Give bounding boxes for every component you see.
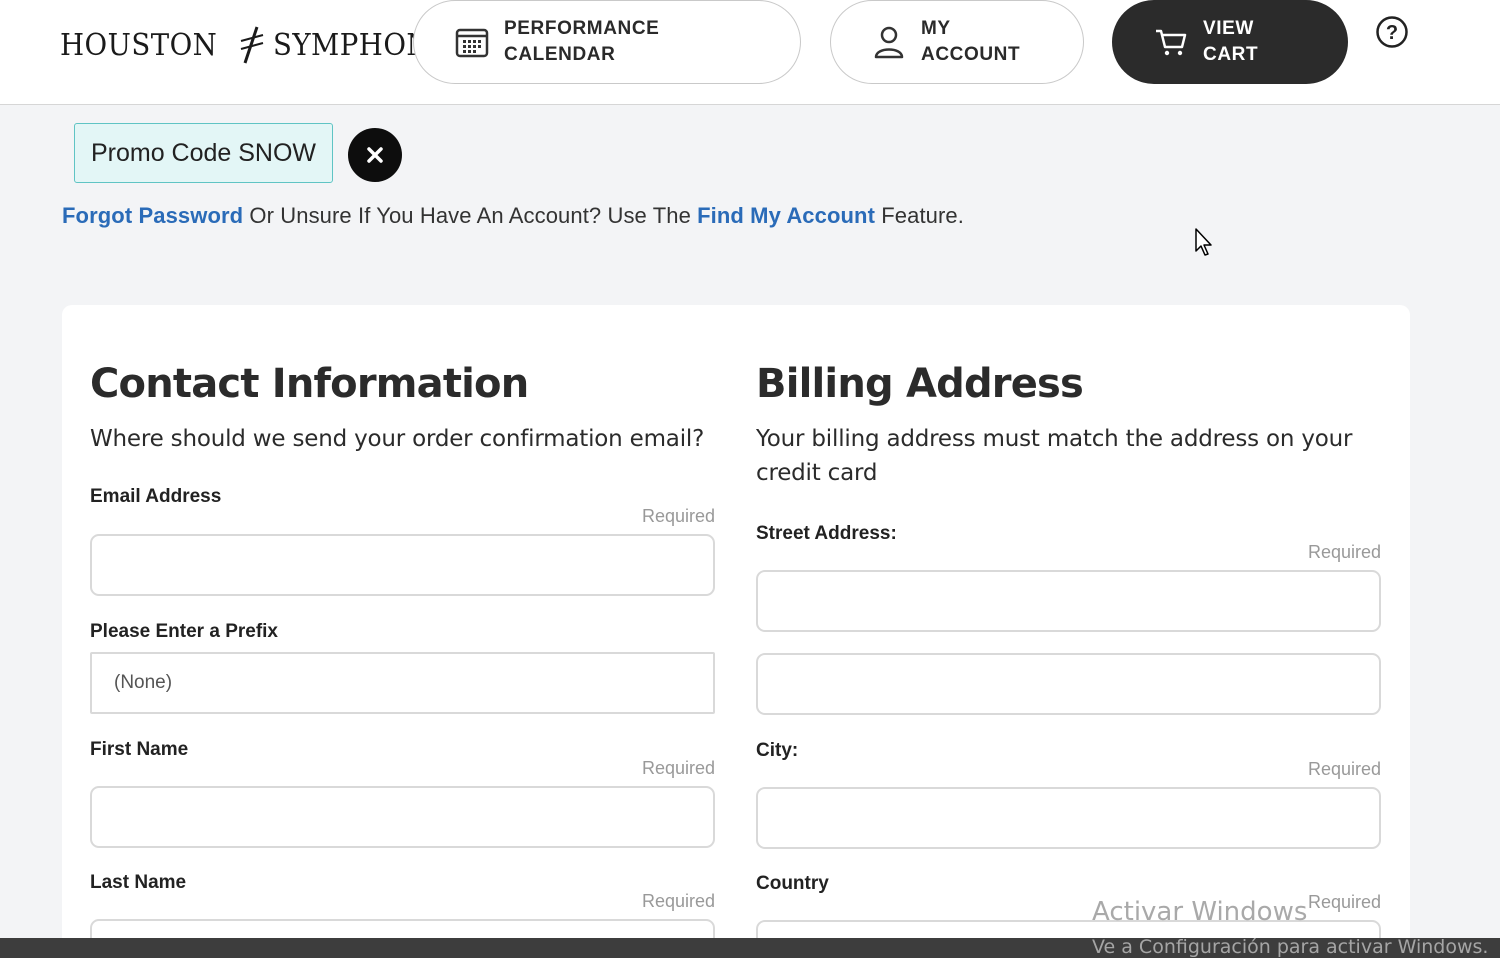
street-address-line2-input[interactable] [756,653,1381,715]
view-cart-label: VIEW CART [1203,18,1259,65]
billing-address-subtitle: Your billing address must match the addr… [756,426,1353,486]
city-label: City: [756,740,799,761]
help-middle-text: Or Unsure If You Have An Account? Use Th… [243,203,698,228]
email-address-input[interactable] [90,534,715,596]
question-circle-icon[interactable]: ? [1375,15,1409,49]
svg-text:?: ? [1386,22,1398,44]
checkout-form-card: Contact Information Where should we send… [62,305,1410,958]
performance-calendar-label: PERFORMANCE CALENDAR [504,18,660,65]
first-name-required-text: Required [641,758,715,778]
last-name-label: Last Name [90,872,187,893]
my-account-label: MY ACCOUNT [921,18,1021,65]
cart-icon [1153,24,1189,60]
prefix-select[interactable]: (None) [90,652,715,714]
city-required-text: Required [1307,759,1381,779]
activate-windows-subtitle: Ve a Configuración para activar Windows. [1092,936,1489,958]
street-address-line1-input[interactable] [756,570,1381,632]
city-input[interactable] [756,787,1381,849]
view-cart-button[interactable]: VIEW CART [1112,0,1348,84]
forgot-password-link[interactable]: Forgot Password [62,203,243,228]
logo-mark-icon [240,26,264,64]
my-account-button[interactable]: MY ACCOUNT [830,0,1084,84]
prefix-selected-value: (None) [114,672,173,693]
street-required-text: Required [1307,542,1381,562]
email-required-text: Required [641,506,715,526]
close-icon [367,147,383,163]
last-name-required-text: Required [641,891,715,911]
logo-text-houston: HOUSTON [60,27,218,63]
performance-calendar-button[interactable]: PERFORMANCE CALENDAR [413,0,801,84]
user-icon [871,24,907,60]
houston-symphony-logo[interactable]: HOUSTON SYMPHONY [60,22,465,68]
prefix-label: Please Enter a Prefix [90,621,278,642]
mouse-cursor-icon [1195,228,1212,256]
country-label: Country [756,873,829,894]
country-required-text: Required [1307,892,1381,912]
account-help-text: Forgot Password Or Unsure If You Have An… [62,203,964,229]
street-address-label: Street Address: [756,523,897,544]
calendar-icon [454,24,490,60]
find-my-account-link[interactable]: Find My Account [697,203,875,228]
first-name-input[interactable] [90,786,715,848]
promo-code-label: Promo Code SNOW [90,138,317,167]
first-name-label: First Name [90,739,189,760]
help-end-text: Feature. [875,203,964,228]
contact-information-title: Contact Information [90,361,529,407]
remove-promo-button[interactable] [348,128,402,182]
contact-information-subtitle: Where should we send your order confirma… [90,426,705,452]
site-header: HOUSTON SYMPHONY PERFORMANCE CALENDAR MY… [0,0,1500,105]
promo-code-badge: Promo Code SNOW [74,123,333,183]
email-address-label: Email Address [90,486,222,507]
billing-address-title: Billing Address [756,361,1084,407]
